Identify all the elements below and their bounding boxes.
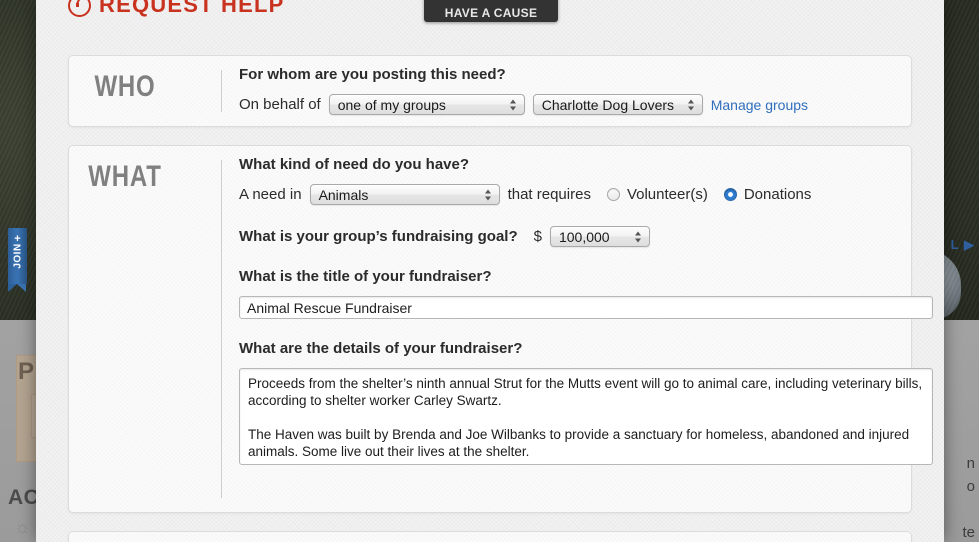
need-kind-row: A need in Animals that requires Voluntee… — [239, 184, 893, 205]
goal-select[interactable]: 100,000 — [549, 226, 650, 247]
group-select-value: Charlotte Dog Lovers — [541, 96, 675, 113]
on-behalf-of-label: On behalf of — [239, 96, 321, 113]
fundraiser-details-textarea[interactable] — [239, 368, 933, 465]
who-panel: WHO For whom are you posting this need? … — [68, 55, 912, 127]
fundraising-goal-row: What is your group’s fundraising goal? $… — [239, 226, 893, 247]
screen-root: P AC ☼ L ▶ n o te + JOIN REQUEST HELP WH… — [0, 0, 979, 542]
goal-select-value: 100,000 — [558, 228, 610, 245]
who-controls-row: On behalf of one of my groups Charlotte … — [239, 94, 893, 115]
who-panel-label: WHO — [94, 70, 156, 103]
have-a-cause-chip-label: HAVE A CAUSE — [444, 6, 538, 20]
radio-donations-indicator — [723, 188, 737, 201]
category-select-value: Animals — [318, 186, 369, 203]
join-ribbon-tab[interactable]: + JOIN — [8, 228, 27, 292]
background-text-fragment-1: n — [966, 455, 975, 472]
need-kind-question: What kind of need do you have? — [239, 156, 470, 173]
background-section-label: AC — [8, 486, 40, 509]
sun-icon: ☼ — [14, 517, 31, 537]
radio-volunteers-indicator — [606, 188, 620, 201]
chevron-updown-icon — [509, 98, 517, 111]
page-title-label: REQUEST HELP — [99, 0, 285, 17]
background-next-arrow-icon[interactable]: L ▶ — [951, 237, 975, 253]
currency-symbol: $ — [533, 228, 542, 245]
fundraiser-title-input[interactable] — [239, 296, 933, 319]
chevron-updown-icon — [634, 230, 642, 243]
clock-alert-icon — [68, 0, 91, 17]
page-title: REQUEST HELP — [68, 0, 285, 19]
chevron-updown-icon — [484, 188, 492, 201]
chevron-updown-icon — [687, 98, 695, 111]
what-panel: WHAT What kind of need do you have? A ne… — [68, 145, 933, 513]
fundraising-goal-question: What is your group’s fundraising goal? — [239, 228, 518, 245]
fundraiser-title-question: What is the title of your fundraiser? — [239, 268, 492, 285]
need-in-label: A need in — [239, 186, 302, 203]
category-select[interactable]: Animals — [309, 184, 500, 205]
background-text-fragment-2: o — [966, 478, 975, 495]
background-card-letter: P — [18, 358, 35, 385]
that-requires-label: that requires — [507, 186, 591, 203]
background-text-fragment-3: te — [962, 524, 975, 541]
fundraiser-details-question: What are the details of your fundraiser? — [239, 340, 523, 357]
radio-volunteers-label: Volunteer(s) — [626, 186, 708, 203]
on-behalf-of-select[interactable]: one of my groups — [328, 94, 525, 115]
who-panel-body: For whom are you posting this need? On b… — [239, 66, 893, 116]
radio-donations-label: Donations — [743, 186, 812, 203]
next-panel — [68, 531, 912, 542]
manage-groups-link[interactable]: Manage groups — [711, 97, 808, 113]
radio-volunteers[interactable]: Volunteer(s) — [606, 186, 708, 203]
what-panel-body: What kind of need do you have? A need in… — [239, 156, 933, 502]
who-question: For whom are you posting this need? — [239, 66, 506, 83]
what-panel-divider — [221, 160, 222, 498]
group-select[interactable]: Charlotte Dog Lovers — [532, 94, 703, 115]
what-panel-label: WHAT — [88, 160, 162, 193]
who-panel-divider — [221, 70, 222, 112]
request-help-overlay: REQUEST HELP WHO For whom are you postin… — [36, 0, 944, 542]
have-a-cause-chip[interactable]: HAVE A CAUSE — [424, 0, 558, 22]
on-behalf-of-select-value: one of my groups — [337, 96, 446, 113]
radio-donations[interactable]: Donations — [723, 186, 812, 203]
join-ribbon-label: JOIN — [12, 243, 23, 269]
